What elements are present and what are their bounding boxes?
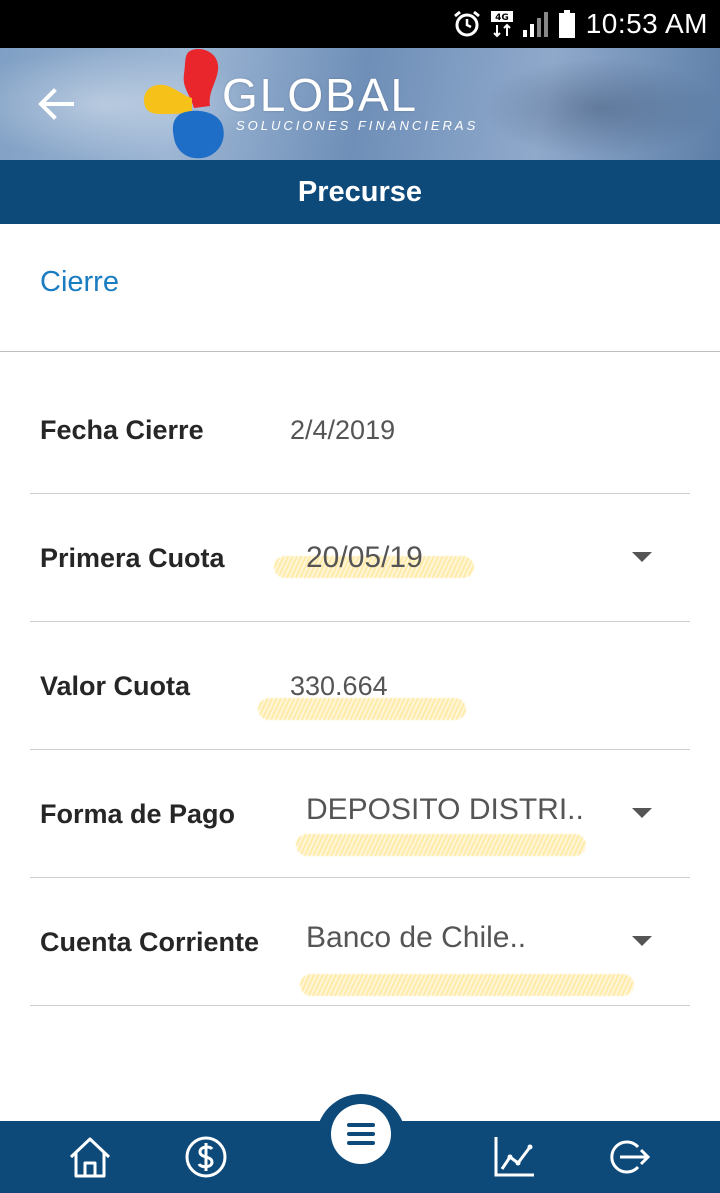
primera-cuota-label: Primera Cuota [40, 542, 225, 573]
row-cuenta-corriente[interactable]: Cuenta Corriente Banco de Chile.. [30, 878, 690, 1006]
forma-de-pago-select[interactable]: DEPOSITO DISTRI.. [306, 746, 584, 874]
nav-logout-button[interactable] [604, 1133, 652, 1181]
chart-icon [494, 1137, 534, 1177]
row-forma-de-pago[interactable]: Forma de Pago DEPOSITO DISTRI.. [30, 750, 690, 878]
section-divider [0, 351, 720, 352]
banner-background-shade [480, 58, 720, 158]
status-bar: 4G 10:53 AM [0, 0, 720, 48]
chevron-down-icon[interactable] [632, 936, 652, 946]
cuenta-corriente-select[interactable]: Banco de Chile.. [306, 874, 526, 1002]
row-primera-cuota[interactable]: Primera Cuota 20/05/19 [30, 494, 690, 622]
arrow-back-icon [38, 88, 74, 120]
valor-cuota-value: 330.664 [290, 670, 388, 701]
back-button[interactable] [36, 86, 76, 122]
fecha-cierre-label: Fecha Cierre [40, 414, 204, 445]
forma-de-pago-label: Forma de Pago [40, 798, 236, 829]
menu-button[interactable] [316, 1094, 406, 1184]
logout-icon [610, 1140, 651, 1174]
nav-home-button[interactable] [66, 1133, 114, 1181]
nav-dollar-button[interactable] [182, 1133, 230, 1181]
chevron-down-icon[interactable] [632, 552, 652, 562]
battery-icon [558, 9, 576, 39]
menu-icon [347, 1123, 375, 1145]
global-logo-icon [144, 48, 224, 159]
brand-subtitle: SOLUCIONES FINANCIERAS [236, 118, 479, 133]
home-icon [69, 1137, 111, 1178]
signal-icon [522, 9, 550, 39]
status-time: 10:53 AM [585, 8, 708, 39]
header-banner: GLOBAL SOLUCIONES FINANCIERAS [0, 48, 720, 160]
cuenta-corriente-label: Cuenta Corriente [40, 926, 260, 957]
alarm-icon [452, 9, 482, 39]
chevron-down-icon[interactable] [632, 808, 652, 818]
page-title: Precurse [297, 175, 423, 208]
network-label: 4G [495, 13, 509, 23]
network-4g-icon: 4G [490, 9, 514, 39]
fecha-cierre-value: 2/4/2019 [290, 414, 396, 445]
nav-chart-button[interactable] [490, 1133, 538, 1181]
brand-name: GLOBAL [222, 69, 419, 121]
valor-cuota-label: Valor Cuota [40, 670, 191, 701]
primera-cuota-select[interactable]: 20/05/19 [306, 494, 423, 622]
row-valor-cuota: Valor Cuota 330.664 [30, 622, 690, 750]
section-title-cierre: Cierre [40, 266, 119, 298]
page-title-bar: Precurse [0, 160, 720, 224]
row-fecha-cierre: Fecha Cierre 2/4/2019 [30, 366, 690, 494]
menu-button-inner[interactable] [331, 1104, 391, 1164]
dollar-icon [185, 1136, 227, 1178]
